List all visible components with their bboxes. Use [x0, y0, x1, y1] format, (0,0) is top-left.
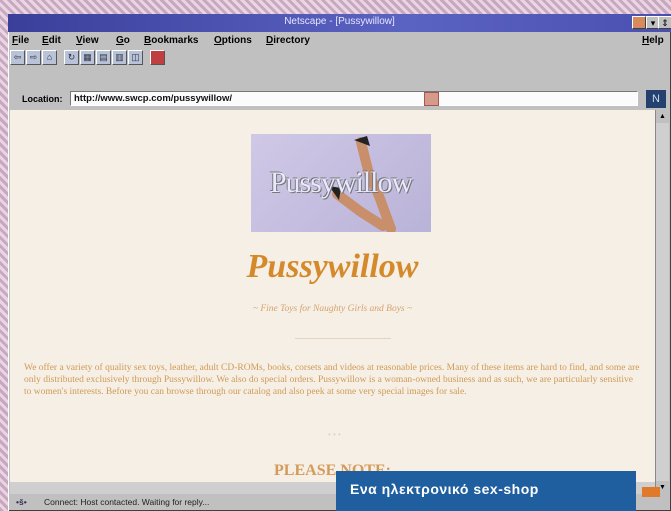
menu-options[interactable]: Options	[214, 35, 252, 46]
location-bar: Location: http://www.swcp.com/pussywillo…	[10, 88, 669, 110]
security-key-icon: •š•	[16, 497, 27, 507]
vertical-scrollbar[interactable]: ▲ ▼	[655, 110, 669, 494]
bookmark-icon[interactable]	[424, 92, 439, 106]
menu-bookmarks[interactable]: Bookmarks	[144, 35, 198, 46]
menu-file[interactable]: File	[12, 35, 29, 46]
menu-edit[interactable]: Edit	[42, 35, 61, 46]
restore-button[interactable]: ⇕	[658, 16, 671, 29]
separator-dot: • • •	[328, 430, 341, 439]
orange-accent	[642, 487, 660, 497]
home-icon[interactable]: ⌂	[42, 50, 57, 65]
browser-window: Netscape - [Pussywillow] ▾ ⇕ File Edit V…	[8, 14, 671, 511]
images-icon[interactable]: ▦	[80, 50, 95, 65]
open-icon[interactable]: ▤	[96, 50, 111, 65]
tagline: ~ Fine Toys for Naughty Girls and Boys ~	[252, 304, 413, 314]
banner-logo-text: Pussywillow	[269, 166, 413, 199]
toolbar: ⇦ ⇨ ⌂ ↻ ▦ ▤ ▥ ◫	[10, 48, 669, 68]
url-input[interactable]: http://www.swcp.com/pussywillow/	[70, 91, 638, 106]
forward-icon[interactable]: ⇨	[26, 50, 41, 65]
find-icon[interactable]: ◫	[128, 50, 143, 65]
divider	[295, 338, 391, 339]
window-title: Netscape - [Pussywillow]	[284, 16, 395, 27]
page-content: Pussywillow Pussywillow ~ Fine Toys for …	[10, 110, 655, 494]
magazine-caption: Ενα ηλεκτρονικό sex-shop	[336, 471, 636, 511]
location-label: Location:	[22, 94, 63, 104]
app-icon[interactable]	[632, 16, 646, 29]
scroll-up-icon[interactable]: ▲	[656, 110, 669, 123]
reload-icon[interactable]: ↻	[64, 50, 79, 65]
title-bar: Netscape - [Pussywillow] ▾ ⇕	[8, 14, 671, 32]
intro-paragraph: We offer a variety of quality sex toys, …	[24, 363, 640, 397]
stop-icon[interactable]	[150, 50, 165, 65]
netscape-logo-icon: N	[646, 90, 666, 108]
menu-directory[interactable]: Directory	[266, 35, 310, 46]
back-icon[interactable]: ⇦	[10, 50, 25, 65]
banner-image: Pussywillow	[251, 134, 431, 232]
menu-go[interactable]: Go	[116, 35, 130, 46]
menu-view[interactable]: View	[76, 35, 99, 46]
print-icon[interactable]: ▥	[112, 50, 127, 65]
page-title: Pussywillow	[246, 248, 419, 285]
status-text: Connect: Host contacted. Waiting for rep…	[44, 497, 210, 507]
menu-help[interactable]: Help	[642, 35, 664, 46]
menu-bar: File Edit View Go Bookmarks Options Dire…	[8, 32, 671, 48]
